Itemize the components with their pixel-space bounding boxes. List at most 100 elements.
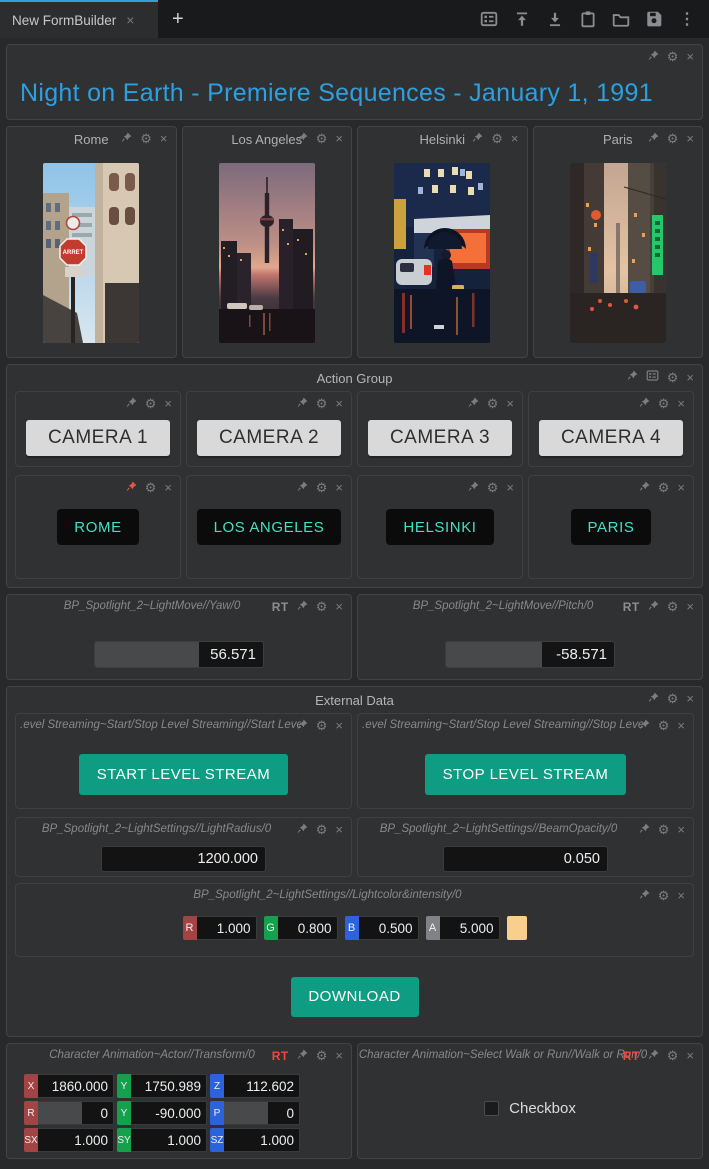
tab-close-icon[interactable]: × bbox=[126, 12, 134, 28]
walk-run-checkbox[interactable] bbox=[484, 1101, 499, 1116]
gear-icon[interactable]: ⚙ bbox=[667, 600, 679, 613]
more-menu-icon[interactable]: ⋮ bbox=[675, 7, 699, 31]
stop-level-stream-button[interactable]: STOP LEVEL STREAM bbox=[425, 754, 627, 795]
gear-icon[interactable]: ⚙ bbox=[667, 50, 679, 63]
translate-z-input[interactable]: 112.602 bbox=[224, 1074, 300, 1098]
upload-icon[interactable] bbox=[510, 7, 534, 31]
gear-icon[interactable]: ⚙ bbox=[316, 481, 328, 494]
pin-icon[interactable] bbox=[468, 481, 479, 495]
close-icon[interactable]: × bbox=[335, 599, 343, 614]
beam-opacity-input[interactable]: 0.050 bbox=[443, 846, 608, 872]
blue-channel-input[interactable]: 0.500 bbox=[359, 916, 419, 940]
pin-icon[interactable] bbox=[297, 600, 308, 614]
gear-icon[interactable]: ⚙ bbox=[491, 132, 503, 145]
pitch-slider[interactable]: -58.571 bbox=[445, 641, 615, 668]
close-icon[interactable]: × bbox=[160, 131, 168, 146]
pin-icon[interactable] bbox=[297, 481, 308, 495]
translate-y-input[interactable]: 1750.989 bbox=[131, 1074, 207, 1098]
close-icon[interactable]: × bbox=[677, 822, 685, 837]
gear-icon[interactable]: ⚙ bbox=[316, 397, 328, 410]
alpha-channel-input[interactable]: 5.000 bbox=[440, 916, 500, 940]
gear-icon[interactable]: ⚙ bbox=[145, 481, 157, 494]
pin-icon[interactable] bbox=[297, 132, 308, 146]
close-icon[interactable]: × bbox=[677, 888, 685, 903]
gear-icon[interactable]: ⚙ bbox=[140, 132, 152, 145]
paris-button[interactable]: PARIS bbox=[571, 509, 652, 545]
gear-icon[interactable]: ⚙ bbox=[316, 132, 328, 145]
close-icon[interactable]: × bbox=[335, 480, 343, 495]
red-channel-input[interactable]: 1.000 bbox=[197, 916, 257, 940]
pin-icon[interactable] bbox=[627, 370, 638, 384]
close-icon[interactable]: × bbox=[511, 131, 519, 146]
scale-x-input[interactable]: 1.000 bbox=[38, 1128, 114, 1152]
gear-icon[interactable]: ⚙ bbox=[316, 1049, 328, 1062]
gear-icon[interactable]: ⚙ bbox=[667, 692, 679, 705]
green-channel-input[interactable]: 0.800 bbox=[278, 916, 338, 940]
gear-icon[interactable]: ⚙ bbox=[667, 1049, 679, 1062]
gear-icon[interactable]: ⚙ bbox=[487, 481, 499, 494]
pin-icon[interactable] bbox=[297, 397, 308, 411]
gear-icon[interactable]: ⚙ bbox=[667, 132, 679, 145]
gear-icon[interactable]: ⚙ bbox=[658, 481, 670, 494]
gear-icon[interactable]: ⚙ bbox=[667, 371, 679, 384]
close-icon[interactable]: × bbox=[506, 396, 514, 411]
close-icon[interactable]: × bbox=[686, 599, 694, 614]
gear-icon[interactable]: ⚙ bbox=[487, 397, 499, 410]
pin-icon[interactable] bbox=[297, 719, 308, 733]
close-icon[interactable]: × bbox=[686, 1048, 694, 1063]
rotate-r-input[interactable]: 0 bbox=[38, 1101, 114, 1125]
form-builder-icon[interactable] bbox=[477, 7, 501, 31]
pin-icon[interactable] bbox=[648, 1049, 659, 1063]
pin-icon[interactable] bbox=[648, 600, 659, 614]
close-icon[interactable]: × bbox=[164, 480, 172, 495]
gear-icon[interactable]: ⚙ bbox=[316, 823, 328, 836]
close-icon[interactable]: × bbox=[677, 396, 685, 411]
tab-new-formbuilder[interactable]: New FormBuilder × bbox=[0, 0, 158, 38]
gear-icon[interactable]: ⚙ bbox=[658, 889, 670, 902]
rotate-y-input[interactable]: -90.000 bbox=[131, 1101, 207, 1125]
close-icon[interactable]: × bbox=[506, 480, 514, 495]
pin-icon[interactable] bbox=[297, 823, 308, 837]
camera-2-button[interactable]: CAMERA 2 bbox=[197, 420, 341, 456]
pin-icon[interactable] bbox=[121, 132, 132, 146]
rotate-p-input[interactable]: 0 bbox=[224, 1101, 300, 1125]
close-icon[interactable]: × bbox=[335, 396, 343, 411]
rome-button[interactable]: ROME bbox=[57, 509, 138, 545]
close-icon[interactable]: × bbox=[335, 1048, 343, 1063]
camera-1-button[interactable]: CAMERA 1 bbox=[26, 420, 170, 456]
close-icon[interactable]: × bbox=[686, 131, 694, 146]
pin-icon[interactable] bbox=[639, 889, 650, 903]
layout-icon[interactable] bbox=[646, 369, 659, 385]
pin-icon[interactable] bbox=[472, 132, 483, 146]
yaw-slider[interactable]: 56.571 bbox=[94, 641, 264, 668]
close-icon[interactable]: × bbox=[335, 822, 343, 837]
gear-icon[interactable]: ⚙ bbox=[316, 719, 328, 732]
color-swatch[interactable] bbox=[507, 916, 527, 940]
save-icon[interactable] bbox=[642, 7, 666, 31]
close-icon[interactable]: × bbox=[686, 49, 694, 64]
pin-icon[interactable] bbox=[648, 132, 659, 146]
gear-icon[interactable]: ⚙ bbox=[658, 823, 670, 836]
translate-x-input[interactable]: 1860.000 bbox=[38, 1074, 114, 1098]
close-icon[interactable]: × bbox=[686, 370, 694, 385]
pin-icon-pinned[interactable] bbox=[126, 481, 137, 495]
gear-icon[interactable]: ⚙ bbox=[316, 600, 328, 613]
camera-4-button[interactable]: CAMERA 4 bbox=[539, 420, 683, 456]
camera-3-button[interactable]: CAMERA 3 bbox=[368, 420, 512, 456]
pin-icon[interactable] bbox=[639, 719, 650, 733]
scale-y-input[interactable]: 1.000 bbox=[131, 1128, 207, 1152]
light-radius-input[interactable]: 1200.000 bbox=[101, 846, 266, 872]
pin-icon[interactable] bbox=[468, 397, 479, 411]
clipboard-icon[interactable] bbox=[576, 7, 600, 31]
helsinki-button[interactable]: HELSINKI bbox=[386, 509, 493, 545]
start-level-stream-button[interactable]: START LEVEL STREAM bbox=[79, 754, 289, 795]
los-angeles-button[interactable]: LOS ANGELES bbox=[197, 509, 342, 545]
close-icon[interactable]: × bbox=[686, 691, 694, 706]
gear-icon[interactable]: ⚙ bbox=[145, 397, 157, 410]
pin-icon[interactable] bbox=[297, 1049, 308, 1063]
pin-icon[interactable] bbox=[639, 823, 650, 837]
close-icon[interactable]: × bbox=[335, 131, 343, 146]
close-icon[interactable]: × bbox=[164, 396, 172, 411]
pin-icon[interactable] bbox=[648, 692, 659, 706]
pin-icon[interactable] bbox=[648, 50, 659, 64]
